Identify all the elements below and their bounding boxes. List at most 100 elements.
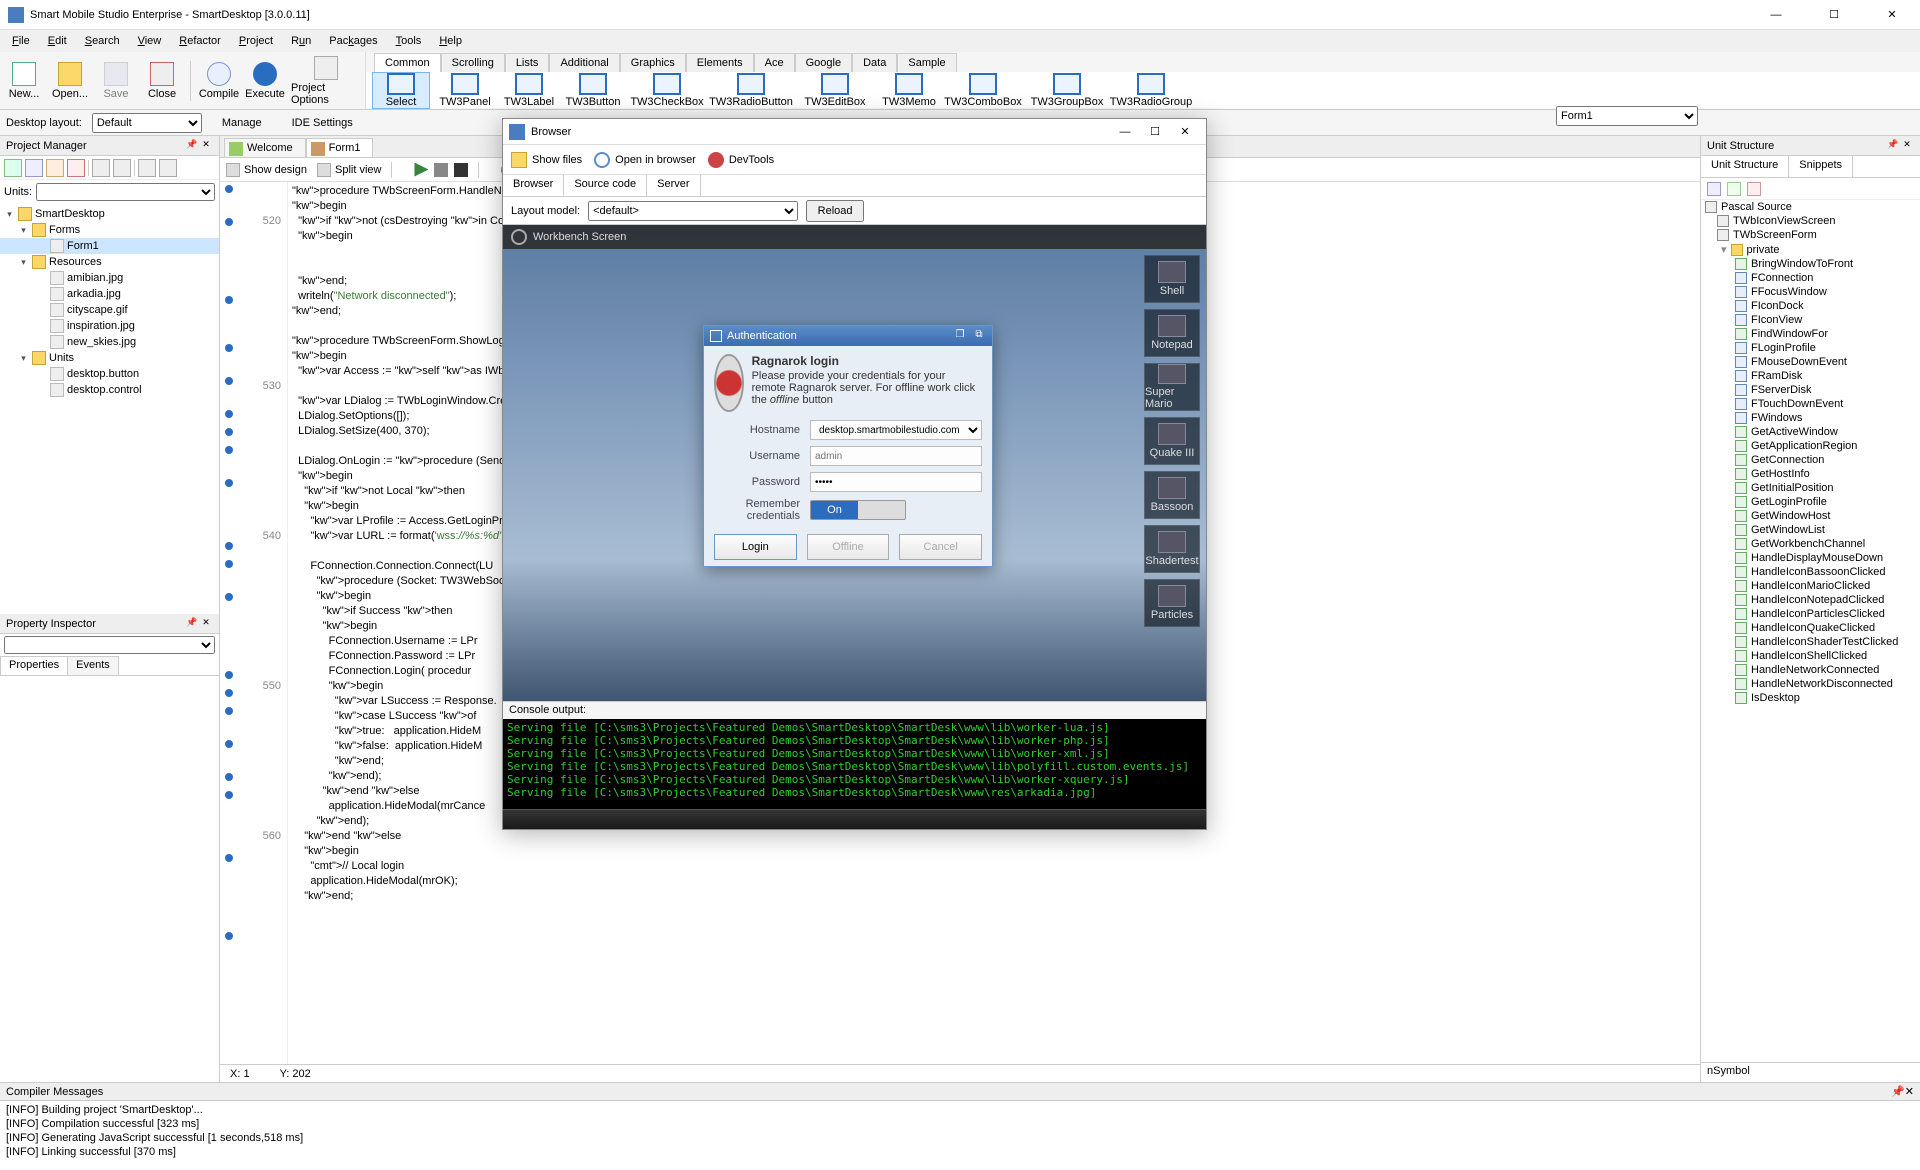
- compiler-message[interactable]: [INFO] Generating JavaScript successful …: [6, 1131, 1914, 1145]
- menu-project[interactable]: Project: [231, 33, 281, 49]
- compile-button[interactable]: Compile: [197, 60, 241, 102]
- palette-item-select[interactable]: Select: [372, 72, 430, 109]
- sort-icon[interactable]: [1707, 182, 1721, 196]
- unit-method[interactable]: HandleIconParticlesClicked: [1701, 607, 1920, 621]
- pi-object-select[interactable]: [4, 636, 215, 654]
- pi-tab-properties[interactable]: Properties: [0, 656, 68, 675]
- browser-maximize-button[interactable]: ☐: [1140, 121, 1170, 143]
- tree-form1[interactable]: Form1: [0, 238, 219, 254]
- password-input[interactable]: [810, 472, 982, 492]
- pin-icon[interactable]: 📌: [185, 617, 199, 631]
- ide-settings-button[interactable]: IDE Settings: [282, 115, 363, 131]
- palette-tab-google[interactable]: Google: [795, 53, 852, 72]
- palette-tab-common[interactable]: Common: [374, 53, 441, 72]
- browser-close-button[interactable]: ✕: [1170, 121, 1200, 143]
- unit-method[interactable]: HandleIconShaderTestClicked: [1701, 635, 1920, 649]
- open-in-browser-button[interactable]: Open in browser: [594, 152, 696, 168]
- close-project-button[interactable]: Close: [140, 60, 184, 102]
- remember-toggle[interactable]: On: [810, 500, 906, 520]
- desktop-icon-shadertest[interactable]: Shadertest: [1144, 525, 1200, 573]
- show-design-button[interactable]: Show design: [226, 163, 307, 177]
- subtab-server[interactable]: Server: [647, 175, 700, 196]
- unit-field[interactable]: FServerDisk: [1701, 383, 1920, 397]
- pm-units-select[interactable]: [36, 183, 215, 201]
- compiler-messages-list[interactable]: [INFO] Building project 'SmartDesktop'..…: [0, 1101, 1920, 1170]
- desktop-icon-notepad[interactable]: Notepad: [1144, 309, 1200, 357]
- palette-tab-additional[interactable]: Additional: [549, 53, 619, 72]
- menu-edit[interactable]: Edit: [40, 33, 75, 49]
- unit-field[interactable]: FLoginProfile: [1701, 341, 1920, 355]
- tree-root[interactable]: ▾SmartDesktop: [0, 206, 219, 222]
- tree-resource[interactable]: amibian.jpg: [0, 270, 219, 286]
- palette-item-tw3radiobutton[interactable]: TW3RadioButton: [712, 73, 790, 108]
- unit-method[interactable]: GetApplicationRegion: [1701, 439, 1920, 453]
- menu-tools[interactable]: Tools: [388, 33, 430, 49]
- desktop-icon-particles[interactable]: Particles: [1144, 579, 1200, 627]
- open-button[interactable]: Open...: [48, 60, 92, 102]
- cancel-button[interactable]: Cancel: [899, 534, 982, 560]
- browser-titlebar[interactable]: Browser — ☐ ✕: [503, 119, 1206, 145]
- unit-method[interactable]: HandleNetworkDisconnected: [1701, 677, 1920, 691]
- close-panel-icon[interactable]: ✕: [199, 139, 213, 153]
- pi-tab-events[interactable]: Events: [67, 656, 119, 675]
- tree-unit[interactable]: desktop.button: [0, 366, 219, 382]
- unit-method[interactable]: GetWorkbenchChannel: [1701, 537, 1920, 551]
- form-selector-select[interactable]: Form1: [1556, 106, 1698, 126]
- unit-class[interactable]: TWbScreenForm: [1701, 228, 1920, 242]
- stop-icon[interactable]: [454, 163, 468, 177]
- browser-minimize-button[interactable]: —: [1110, 121, 1140, 143]
- add-form-icon[interactable]: [4, 159, 22, 177]
- menu-help[interactable]: Help: [431, 33, 470, 49]
- unit-method[interactable]: GetHostInfo: [1701, 467, 1920, 481]
- rename-icon[interactable]: [92, 159, 110, 177]
- unit-method[interactable]: BringWindowToFront: [1701, 257, 1920, 271]
- expand-icon[interactable]: [138, 159, 156, 177]
- close-panel-icon[interactable]: ✕: [1905, 1085, 1914, 1098]
- desktop-icon-quake-iii[interactable]: Quake III: [1144, 417, 1200, 465]
- desktop-icon-shell[interactable]: Shell: [1144, 255, 1200, 303]
- unit-method[interactable]: HandleDisplayMouseDown: [1701, 551, 1920, 565]
- tab-unit-structure[interactable]: Unit Structure: [1701, 156, 1789, 177]
- add-resource-icon[interactable]: [46, 159, 64, 177]
- pause-icon[interactable]: [434, 163, 448, 177]
- unit-class[interactable]: TWbIconViewScreen: [1701, 214, 1920, 228]
- unit-method[interactable]: HandleIconShellClicked: [1701, 649, 1920, 663]
- palette-item-tw3radiogroup[interactable]: TW3RadioGroup: [1112, 73, 1190, 108]
- unit-method[interactable]: FindWindowFor: [1701, 327, 1920, 341]
- unit-structure-tree[interactable]: Pascal SourceTWbIconViewScreenTWbScreenF…: [1701, 200, 1920, 1062]
- unit-method[interactable]: GetLoginProfile: [1701, 495, 1920, 509]
- tree-resources[interactable]: ▾Resources: [0, 254, 219, 270]
- unit-method[interactable]: GetActiveWindow: [1701, 425, 1920, 439]
- compiler-message[interactable]: [INFO] Compilation successful [323 ms]: [6, 1117, 1914, 1131]
- unit-method[interactable]: HandleIconQuakeClicked: [1701, 621, 1920, 635]
- layout-model-select[interactable]: <default>: [588, 201, 798, 221]
- remove-icon[interactable]: [67, 159, 85, 177]
- breakpoint-gutter[interactable]: [220, 182, 238, 1064]
- unit-method[interactable]: GetWindowList: [1701, 523, 1920, 537]
- palette-item-tw3groupbox[interactable]: TW3GroupBox: [1028, 73, 1106, 108]
- close-panel-icon[interactable]: ✕: [1900, 139, 1914, 153]
- manage-layouts-button[interactable]: Manage: [212, 115, 272, 131]
- desktop-icon-super-mario[interactable]: Super Mario: [1144, 363, 1200, 411]
- close-panel-icon[interactable]: ✕: [199, 617, 213, 631]
- menu-packages[interactable]: Packages: [321, 33, 385, 49]
- palette-item-tw3checkbox[interactable]: TW3CheckBox: [628, 73, 706, 108]
- palette-item-tw3panel[interactable]: TW3Panel: [436, 73, 494, 108]
- reload-button[interactable]: Reload: [806, 200, 864, 222]
- unit-field[interactable]: FIconView: [1701, 313, 1920, 327]
- tab-snippets[interactable]: Snippets: [1789, 156, 1853, 177]
- username-input[interactable]: [810, 446, 982, 466]
- unit-method[interactable]: GetWindowHost: [1701, 509, 1920, 523]
- unit-field[interactable]: FWindows: [1701, 411, 1920, 425]
- palette-tab-data[interactable]: Data: [852, 53, 897, 72]
- show-files-button[interactable]: Show files: [511, 152, 582, 168]
- tree-resource[interactable]: cityscape.gif: [0, 302, 219, 318]
- browser-viewport[interactable]: Workbench Screen ShellNotepadSuper Mario…: [503, 225, 1206, 701]
- tree-resource[interactable]: new_skies.jpg: [0, 334, 219, 350]
- subtab-source[interactable]: Source code: [564, 175, 647, 196]
- auth-max-icon[interactable]: ❐: [953, 329, 967, 343]
- menu-run[interactable]: Run: [283, 33, 319, 49]
- pin-icon[interactable]: 📌: [1886, 139, 1900, 153]
- find-icon[interactable]: [113, 159, 131, 177]
- palette-item-tw3label[interactable]: TW3Label: [500, 73, 558, 108]
